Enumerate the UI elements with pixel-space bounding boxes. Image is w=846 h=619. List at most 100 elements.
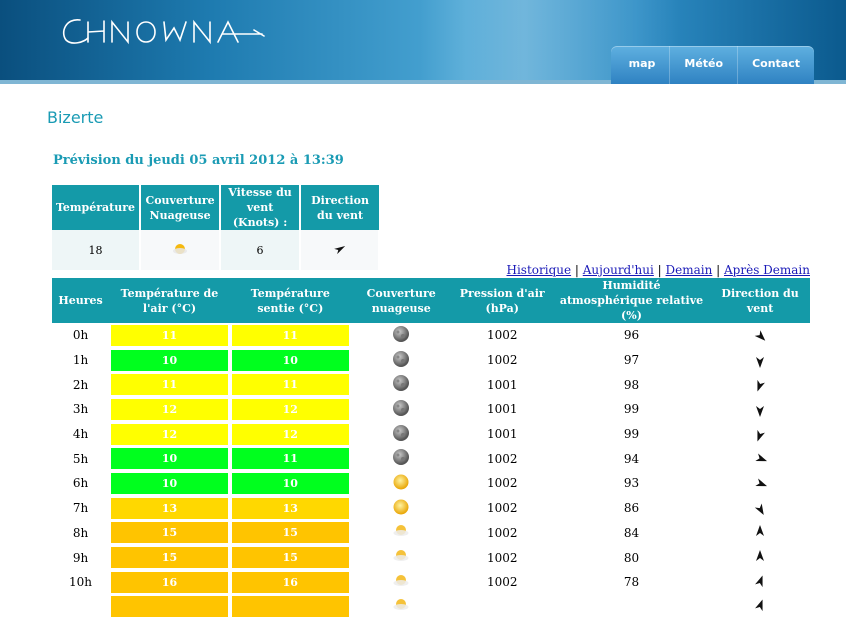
- wind-arrow-icon: [755, 550, 765, 565]
- hour-cell: 2h: [72, 377, 89, 392]
- table-row: [52, 595, 810, 619]
- table-row: 3h 12 12 1001 99: [52, 397, 810, 422]
- wind-arrow-icon: [755, 402, 765, 417]
- air-temp-cell: 13: [109, 496, 230, 521]
- col-air-temp: Température de l'air (°C): [109, 278, 230, 323]
- humidity-cell: 97: [623, 353, 640, 368]
- wind-arrow-icon: [753, 376, 768, 394]
- humidity-cell: 98: [623, 377, 640, 392]
- humidity-cell: 86: [623, 501, 640, 516]
- air-temp-value: 13: [111, 497, 228, 519]
- hour-cell: 1h: [72, 353, 89, 368]
- air-temp-value: 16: [111, 571, 228, 593]
- moon-icon: [392, 325, 410, 346]
- felt-temp-value: 11: [231, 448, 349, 470]
- nav-item-contact[interactable]: Contact: [737, 46, 814, 84]
- air-temp-value: 11: [111, 324, 228, 346]
- felt-temp-cell: 15: [230, 545, 351, 570]
- air-temp-value: 10: [111, 448, 228, 470]
- felt-temp-cell: 12: [230, 397, 351, 422]
- air-temp-cell: 10: [109, 348, 230, 373]
- current-conditions-table: Température Couverture Nuageuse Vitesse …: [52, 185, 381, 270]
- felt-temp-cell: 11: [230, 323, 351, 348]
- forecast-subtitle: Prévision du jeudi 05 avril 2012 à 13:39: [53, 153, 344, 168]
- hour-cell: 7h: [72, 501, 89, 516]
- current-wind-direction-cell: [300, 230, 381, 270]
- hour-cell: 4h: [72, 427, 89, 442]
- felt-temp-value: 10: [231, 349, 349, 371]
- city-title: Bizerte: [47, 108, 104, 127]
- wind-arrow-icon: [755, 353, 765, 368]
- nav-item-map[interactable]: map: [611, 46, 670, 84]
- felt-temp-cell: 12: [230, 422, 351, 447]
- wind-cell: [710, 545, 810, 570]
- cloud-cell: [351, 471, 452, 496]
- felt-temp-cell: [230, 595, 351, 619]
- main-nav: map Météo Contact: [610, 46, 814, 84]
- sun-icon: [392, 474, 410, 494]
- header-wind-direction: Direction du vent: [300, 185, 380, 230]
- partly-cloudy-sun-icon: [392, 525, 410, 542]
- pressure-cell: [452, 595, 553, 619]
- felt-temp-value: 11: [231, 374, 349, 396]
- wind-cell: [710, 521, 810, 546]
- wind-cell: [710, 397, 810, 422]
- link-historique[interactable]: Historique: [506, 263, 571, 277]
- header-temperature: Température: [52, 185, 142, 230]
- humidity-cell: 93: [623, 476, 640, 491]
- felt-temp-cell: 13: [230, 496, 351, 521]
- partly-cloudy-sun-icon: [392, 574, 410, 592]
- air-temp-cell: 10: [109, 471, 230, 496]
- wind-arrow-icon: [752, 499, 768, 517]
- cloud-cell: [351, 397, 452, 422]
- col-cloud-cover: Couverture nuageuse: [350, 278, 452, 323]
- felt-temp-cell: 11: [230, 446, 351, 471]
- wind-cell: [710, 323, 810, 348]
- header-wind-speed: Vitesse du vent (Knots) :: [220, 185, 302, 230]
- table-row: 4h 12 12 1001 99: [52, 422, 810, 447]
- pressure-cell: 1002: [486, 328, 518, 343]
- air-temp-value: 12: [111, 423, 228, 445]
- air-temp-cell: 12: [109, 422, 230, 447]
- humidity-cell: 94: [623, 451, 640, 466]
- air-temp-value: 10: [111, 349, 228, 371]
- pressure-cell: 1001: [486, 427, 518, 442]
- humidity-cell: 96: [623, 328, 640, 343]
- hour-cell: 6h: [72, 476, 89, 491]
- nav-item-meteo[interactable]: Météo: [669, 46, 737, 84]
- air-temp-cell: 10: [109, 446, 230, 471]
- wind-cell: [710, 496, 810, 521]
- site-logo[interactable]: [58, 12, 273, 54]
- table-row: 6h 10 10 1002 93: [52, 471, 810, 496]
- humidity-cell: 84: [623, 525, 640, 540]
- col-felt-temp: Température sentie (°C): [229, 278, 351, 323]
- header-cloud-cover: Couverture Nuageuse: [140, 185, 222, 230]
- wind-arrow-icon: [751, 476, 769, 491]
- moon-icon: [392, 399, 410, 420]
- current-temperature: 18: [52, 230, 142, 270]
- wind-arrow-icon: [333, 245, 346, 258]
- air-temp-cell: [109, 595, 230, 619]
- current-wind-speed: 6: [220, 230, 302, 270]
- air-temp-cell: 11: [109, 372, 230, 397]
- table-row: 9h 15 15 1002 80: [52, 545, 810, 570]
- wind-arrow-icon: [753, 598, 768, 616]
- partly-cloudy-sun-icon: [392, 599, 410, 616]
- hour-cell: 8h: [72, 525, 89, 540]
- felt-temp-value: [231, 596, 349, 618]
- col-wind-direction: Direction du vent: [710, 278, 810, 323]
- felt-temp-value: 11: [231, 324, 349, 346]
- link-demain[interactable]: Demain: [666, 263, 713, 277]
- cloud-cell: [351, 422, 452, 447]
- air-temp-value: 12: [111, 398, 228, 420]
- link-aujourdhui[interactable]: Aujourd'hui: [583, 263, 654, 277]
- col-heures: Heures: [52, 278, 110, 323]
- link-apres-demain[interactable]: Après Demain: [724, 263, 810, 277]
- sun-icon: [392, 499, 410, 519]
- wind-cell: [710, 471, 810, 496]
- table-row: 8h 15 15 1002 84: [52, 521, 810, 546]
- site-header: map Météo Contact: [0, 0, 846, 84]
- col-pressure: Pression d'air (hPa): [451, 278, 553, 323]
- hour-cell: [52, 595, 109, 619]
- table-row: 7h 13 13 1002 86: [52, 496, 810, 521]
